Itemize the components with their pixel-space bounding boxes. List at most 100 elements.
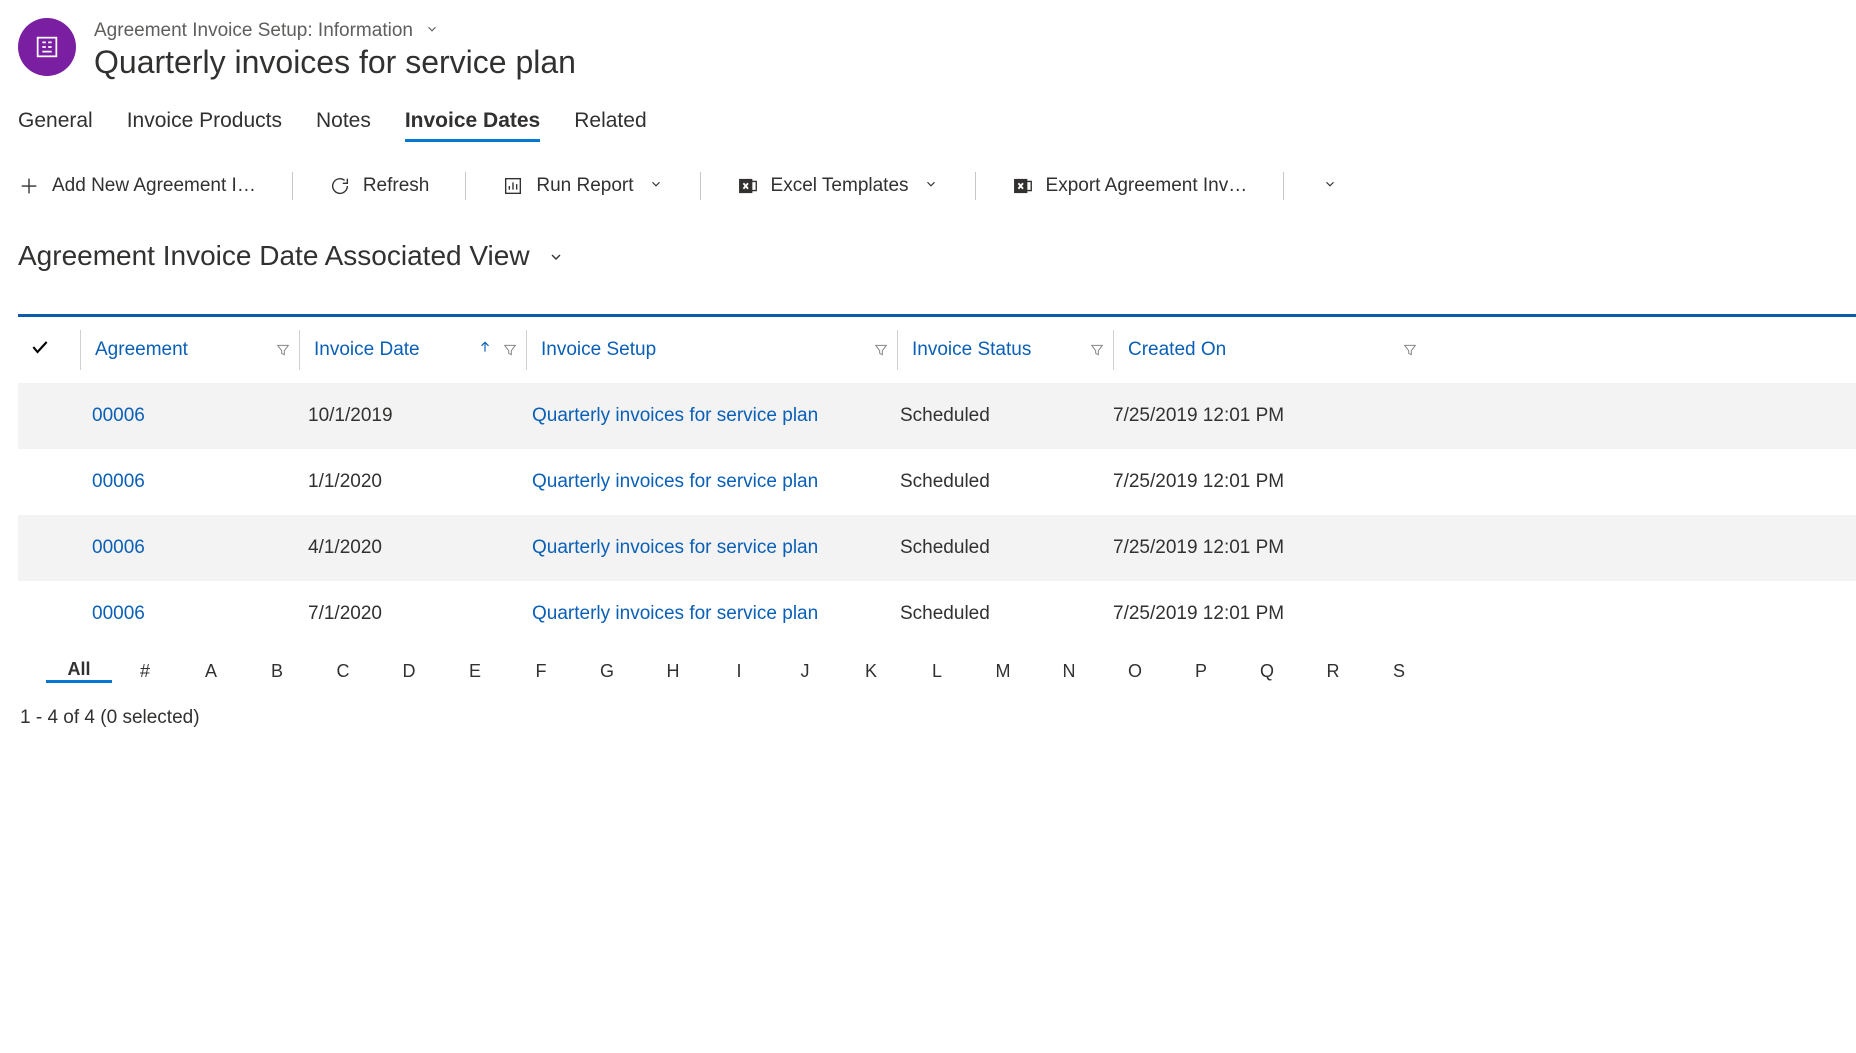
column-header-created-on[interactable]: Created On [1116,317,1426,383]
record-header: Agreement Invoice Setup: Information Qua… [18,18,1856,81]
alpha-all[interactable]: All [46,659,112,683]
filter-icon[interactable] [1089,342,1105,358]
select-all-checkbox[interactable] [18,317,80,383]
separator [975,172,976,200]
column-header-invoice-date[interactable]: Invoice Date [302,317,526,383]
cell-invoice-setup[interactable]: Quarterly invoices for service plan [520,537,888,559]
cell-created-on: 7/25/2019 12:01 PM [1101,603,1411,625]
alpha-f[interactable]: F [508,661,574,682]
cell-invoice-setup[interactable]: Quarterly invoices for service plan [520,471,888,493]
tab-general[interactable]: General [18,109,93,142]
column-label: Invoice Date [314,339,420,361]
alpha-o[interactable]: O [1102,661,1168,682]
cell-invoice-status: Scheduled [888,405,1101,427]
excel-templates-button[interactable]: Excel Templates [737,175,939,197]
cell-created-on: 7/25/2019 12:01 PM [1101,537,1411,559]
alpha-n[interactable]: N [1036,661,1102,682]
table-row[interactable]: 0000610/1/2019Quarterly invoices for ser… [18,383,1856,449]
alpha-q[interactable]: Q [1234,661,1300,682]
cell-created-on: 7/25/2019 12:01 PM [1101,471,1411,493]
chevron-down-icon [423,20,441,42]
separator [1283,172,1284,200]
grid-body: 0000610/1/2019Quarterly invoices for ser… [18,383,1856,647]
add-new-label: Add New Agreement I… [52,175,256,197]
table-row[interactable]: 000061/1/2020Quarterly invoices for serv… [18,449,1856,515]
filter-icon[interactable] [275,342,291,358]
column-header-invoice-setup[interactable]: Invoice Setup [529,317,897,383]
cell-invoice-status: Scheduled [888,537,1101,559]
excel-icon [1012,175,1034,197]
check-icon [30,337,50,363]
report-icon [502,175,524,197]
overflow-button[interactable] [1320,177,1338,196]
alpha-d[interactable]: D [376,661,442,682]
tab-invoice-products[interactable]: Invoice Products [127,109,282,142]
column-label: Agreement [95,339,188,361]
refresh-button[interactable]: Refresh [329,175,430,197]
chevron-down-icon [546,240,566,272]
column-label: Invoice Setup [541,339,656,361]
alpha-m[interactable]: M [970,661,1036,682]
alpha-s[interactable]: S [1366,661,1432,682]
separator [465,172,466,200]
record-title: Quarterly invoices for service plan [94,44,576,81]
alpha-index-bar: All#ABCDEFGHIJKLMNOPQRS [18,647,1856,695]
sort-asc-icon [478,338,492,362]
alpha-#[interactable]: # [112,661,178,682]
column-label: Invoice Status [912,339,1031,361]
filter-icon[interactable] [1402,342,1418,358]
breadcrumb[interactable]: Agreement Invoice Setup: Information [94,20,576,42]
column-header-agreement[interactable]: Agreement [83,317,299,383]
alpha-c[interactable]: C [310,661,376,682]
alpha-k[interactable]: K [838,661,904,682]
alpha-p[interactable]: P [1168,661,1234,682]
cell-invoice-date: 1/1/2020 [296,471,520,493]
entity-icon [18,18,76,76]
view-selector[interactable]: Agreement Invoice Date Associated View [18,240,1856,272]
cell-invoice-date: 4/1/2020 [296,537,520,559]
excel-templates-label: Excel Templates [771,175,909,197]
cell-agreement[interactable]: 00006 [80,537,296,559]
alpha-e[interactable]: E [442,661,508,682]
alpha-l[interactable]: L [904,661,970,682]
cell-agreement[interactable]: 00006 [80,471,296,493]
run-report-button[interactable]: Run Report [502,175,663,197]
chevron-down-icon [648,177,664,196]
tab-notes[interactable]: Notes [316,109,371,142]
cell-agreement[interactable]: 00006 [80,603,296,625]
tab-related[interactable]: Related [574,109,646,142]
cell-invoice-setup[interactable]: Quarterly invoices for service plan [520,603,888,625]
cell-invoice-date: 7/1/2020 [296,603,520,625]
run-report-label: Run Report [536,175,633,197]
separator [700,172,701,200]
cell-agreement[interactable]: 00006 [80,405,296,427]
tab-invoice-dates[interactable]: Invoice Dates [405,109,540,142]
cell-invoice-status: Scheduled [888,471,1101,493]
view-title-label: Agreement Invoice Date Associated View [18,240,530,272]
alpha-b[interactable]: B [244,661,310,682]
plus-icon [18,175,40,197]
filter-icon[interactable] [873,342,889,358]
alpha-h[interactable]: H [640,661,706,682]
cell-invoice-setup[interactable]: Quarterly invoices for service plan [520,405,888,427]
alpha-g[interactable]: G [574,661,640,682]
alpha-a[interactable]: A [178,661,244,682]
table-row[interactable]: 000067/1/2020Quarterly invoices for serv… [18,581,1856,647]
data-grid: Agreement Invoice Date Invoice Setup Inv… [18,314,1856,695]
filter-icon[interactable] [502,342,518,358]
export-button[interactable]: Export Agreement Inv… [1012,175,1248,197]
alpha-j[interactable]: J [772,661,838,682]
table-row[interactable]: 000064/1/2020Quarterly invoices for serv… [18,515,1856,581]
add-new-button[interactable]: Add New Agreement I… [18,175,256,197]
alpha-i[interactable]: I [706,661,772,682]
column-label: Created On [1128,339,1226,361]
column-header-invoice-status[interactable]: Invoice Status [900,317,1113,383]
grid-header: Agreement Invoice Date Invoice Setup Inv… [18,317,1856,383]
refresh-label: Refresh [363,175,430,197]
record-count-status: 1 - 4 of 4 (0 selected) [18,695,1856,729]
command-bar: Add New Agreement I… Refresh Run Report … [18,172,1856,200]
cell-invoice-date: 10/1/2019 [296,405,520,427]
alpha-r[interactable]: R [1300,661,1366,682]
separator [292,172,293,200]
breadcrumb-label: Agreement Invoice Setup: Information [94,20,413,42]
